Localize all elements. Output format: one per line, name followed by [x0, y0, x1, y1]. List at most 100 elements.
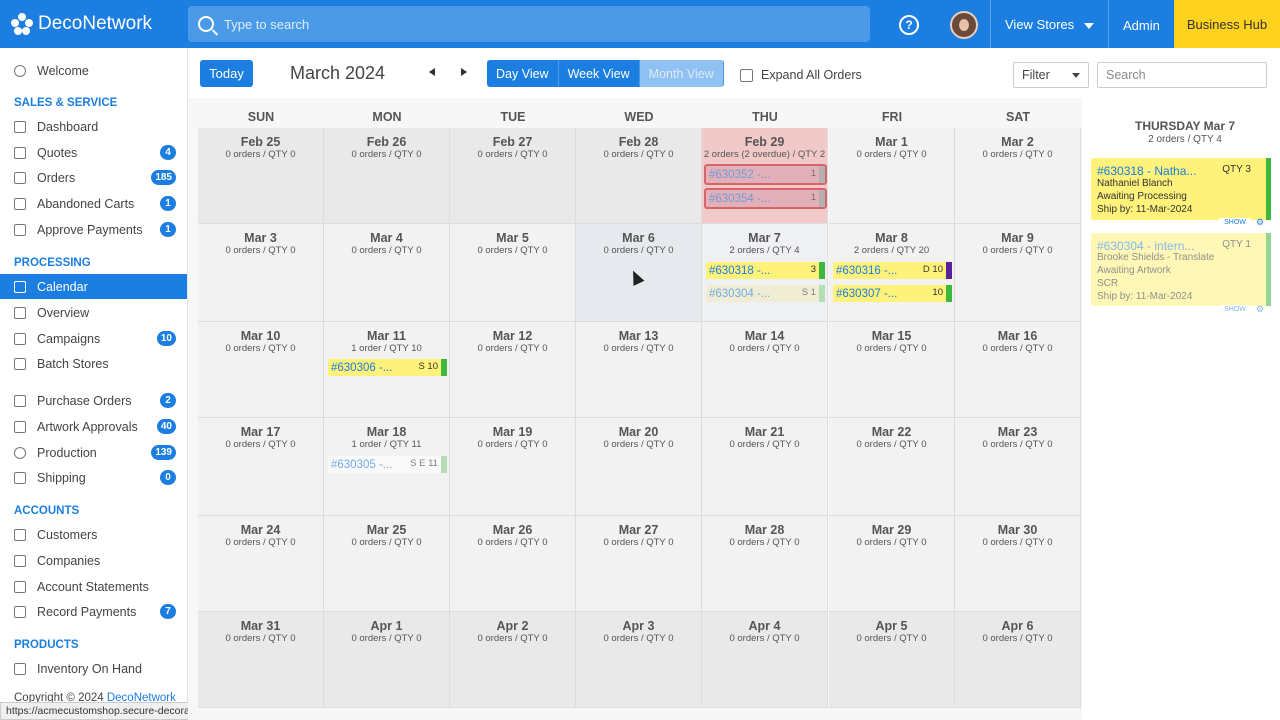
calendar-day-cell[interactable]: Mar 90 orders / QTY 0	[955, 224, 1081, 322]
calendar-day-cell[interactable]: Mar 13 0 orders / QTY 0	[576, 322, 702, 418]
calendar-order-chip[interactable]: #630354 -... 1	[704, 188, 827, 209]
admin-link[interactable]: Admin	[1123, 18, 1160, 33]
calendar-day-cell[interactable]: Apr 40 orders / QTY 0	[702, 612, 828, 708]
calendar-day-cell[interactable]: Mar 23 0 orders / QTY 0	[955, 418, 1081, 516]
calendar-day-cell[interactable]: Mar 30 0 orders / QTY 0	[955, 516, 1081, 612]
order-number-link[interactable]: #630304 -...	[709, 288, 770, 300]
help-icon[interactable]: ?	[899, 15, 919, 35]
day-header-wed: WED	[624, 110, 654, 124]
calendar-order-chip[interactable]: #630307 -... 10	[833, 285, 952, 302]
order-number-link[interactable]: #630352 -...	[709, 169, 770, 181]
month-view-button[interactable]: Month View	[639, 60, 724, 87]
prev-month-arrow-icon[interactable]	[429, 68, 435, 76]
order-number-link[interactable]: #630316 -...	[836, 265, 897, 277]
calendar-day-cell[interactable]: Apr 10 orders / QTY 0	[324, 612, 450, 708]
calendar-day-cell[interactable]: Apr 30 orders / QTY 0	[576, 612, 702, 708]
calendar-day-cell[interactable]: Mar 26 0 orders / QTY 0	[450, 516, 576, 612]
order-card[interactable]: #630318 - Natha... QTY 3 Nathaniel Blanc…	[1091, 158, 1271, 228]
calendar-order-chip[interactable]: #630316 -... D 10	[833, 262, 952, 279]
calendar-day-cell[interactable]: Feb 28 0 orders / QTY 0	[576, 128, 702, 224]
order-card[interactable]: #630304 - intern... QTY 1 Brooke Shields…	[1091, 233, 1271, 315]
sidebar-item-dashboard[interactable]: Dashboard	[0, 114, 187, 139]
calendar-search-input[interactable]: Search	[1097, 62, 1267, 88]
sidebar-item-record-payments[interactable]: Record Payments 7	[0, 599, 187, 624]
sidebar-item-welcome[interactable]: Welcome	[0, 58, 187, 83]
calendar-order-chip[interactable]: #630318 -... 3	[706, 262, 825, 279]
calendar-day-cell[interactable]: Apr 60 orders / QTY 0	[955, 612, 1081, 708]
view-stores-dropdown[interactable]: View Stores	[1005, 17, 1094, 32]
month-title: March 2024	[290, 63, 386, 83]
calendar-day-cell[interactable]: Mar 20 orders / QTY 0	[955, 128, 1081, 224]
order-number-link[interactable]: #630304 - intern...	[1097, 239, 1194, 253]
calendar-day-cell[interactable]: Feb 27 0 orders / QTY 0	[450, 128, 576, 224]
sidebar-item-abandoned-carts[interactable]: Abandoned Carts 1	[0, 191, 187, 216]
show-button[interactable]: SHOW	[1219, 218, 1251, 228]
calendar-day-cell[interactable]: Apr 20 orders / QTY 0	[450, 612, 576, 708]
calendar-day-cell[interactable]: Mar 40 orders / QTY 0	[324, 224, 450, 322]
sidebar-item-account-statements[interactable]: Account Statements	[0, 574, 187, 599]
calendar-day-cell[interactable]: Mar 22 0 orders / QTY 0	[829, 418, 955, 516]
order-number-link[interactable]: #630354 -...	[709, 193, 770, 205]
calendar-day-cell[interactable]: Mar 29 0 orders / QTY 0	[829, 516, 955, 612]
sidebar-item-inventory-on-hand[interactable]: Inventory On Hand	[0, 656, 187, 681]
sidebar-item-shipping[interactable]: Shipping 0	[0, 465, 187, 490]
calendar-day-cell[interactable]: Mar 21 0 orders / QTY 0	[702, 418, 828, 516]
order-number-link[interactable]: #630318 - Natha...	[1097, 164, 1196, 178]
calendar-order-chip[interactable]: #630306 -... S 10	[328, 359, 447, 376]
calendar-day-cell[interactable]: Mar 28 0 orders / QTY 0	[702, 516, 828, 612]
next-month-arrow-icon[interactable]	[461, 68, 467, 76]
sidebar-item-overview[interactable]: Overview	[0, 300, 187, 325]
calendar-day-cell[interactable]: Apr 50 orders / QTY 0	[829, 612, 955, 708]
gear-icon[interactable]: ⚙	[1253, 217, 1267, 227]
order-number-link[interactable]: #630305 -...	[331, 459, 392, 471]
sidebar-item-artwork-approvals[interactable]: Artwork Approvals 40	[0, 414, 187, 439]
business-hub-button[interactable]: Business Hub	[1174, 0, 1280, 48]
sidebar-item-campaigns[interactable]: Campaigns 10	[0, 326, 187, 351]
gear-icon[interactable]: ⚙	[1253, 304, 1267, 314]
global-search-input[interactable]: Type to search	[188, 6, 870, 42]
sidebar-item-production[interactable]: Production 139	[0, 440, 187, 465]
filter-dropdown[interactable]: Filter	[1013, 62, 1089, 88]
sidebar-item-companies[interactable]: Companies	[0, 548, 187, 573]
expand-all-orders-toggle[interactable]: Expand All Orders	[740, 68, 862, 82]
calendar-day-cell[interactable]: Mar 30 orders / QTY 0	[198, 224, 324, 322]
sidebar-item-purchase-orders[interactable]: Purchase Orders 2	[0, 388, 187, 413]
sidebar-item-quotes[interactable]: Quotes 4	[0, 140, 187, 165]
week-view-button[interactable]: Week View	[558, 60, 640, 87]
sidebar-item-customers[interactable]: Customers	[0, 522, 187, 547]
calendar-day-cell[interactable]: Feb 25 0 orders / QTY 0	[198, 128, 324, 224]
sidebar-item-batch-stores[interactable]: Batch Stores	[0, 351, 187, 376]
calendar-day-cell[interactable]: Mar 31 0 orders / QTY 0	[198, 612, 324, 708]
calendar-day-cell[interactable]: Mar 12 0 orders / QTY 0	[450, 322, 576, 418]
calendar-day-date: Feb 27	[492, 135, 533, 149]
calendar-day-cell[interactable]: Mar 19 0 orders / QTY 0	[450, 418, 576, 516]
calendar-day-cell[interactable]: Mar 24 0 orders / QTY 0	[198, 516, 324, 612]
calendar-day-cell[interactable]: Mar 10 0 orders / QTY 0	[198, 322, 324, 418]
calendar-day-cell[interactable]: Mar 17 0 orders / QTY 0	[198, 418, 324, 516]
order-number-link[interactable]: #630318 -...	[709, 265, 770, 277]
logo[interactable]: DecoNetwork	[0, 0, 188, 48]
calendar-day-cell[interactable]: Feb 26 0 orders / QTY 0	[324, 128, 450, 224]
calendar-order-chip[interactable]: #630304 -... S 1	[706, 285, 825, 302]
calendar-day-cell[interactable]: Mar 50 orders / QTY 0	[450, 224, 576, 322]
order-number-link[interactable]: #630306 -...	[331, 362, 392, 374]
calendar-day-cell[interactable]: Mar 27 0 orders / QTY 0	[576, 516, 702, 612]
calendar-order-chip[interactable]: #630305 -... S E 11	[328, 456, 447, 473]
calendar-day-cell[interactable]: Mar 25 0 orders / QTY 0	[324, 516, 450, 612]
calendar-day-cell[interactable]: Mar 10 orders / QTY 0	[829, 128, 955, 224]
sidebar-item-orders[interactable]: Orders 185	[0, 165, 187, 190]
checkbox[interactable]	[740, 68, 753, 82]
show-button[interactable]: SHOW	[1219, 305, 1251, 315]
today-button[interactable]: Today	[200, 60, 253, 87]
calendar-day-cell[interactable]: Mar 16 0 orders / QTY 0	[955, 322, 1081, 418]
day-view-button[interactable]: Day View	[487, 60, 559, 87]
sidebar-item-calendar[interactable]: Calendar	[0, 274, 187, 299]
box-icon	[14, 662, 26, 675]
user-avatar[interactable]	[950, 11, 978, 39]
sidebar-item-approve-payments[interactable]: Approve Payments 1	[0, 217, 187, 242]
order-number-link[interactable]: #630307 -...	[836, 288, 897, 300]
calendar-day-cell[interactable]: Mar 20 0 orders / QTY 0	[576, 418, 702, 516]
calendar-day-cell[interactable]: Mar 15 0 orders / QTY 0	[829, 322, 955, 418]
calendar-order-chip[interactable]: #630352 -... 1	[704, 164, 827, 185]
calendar-day-cell[interactable]: Mar 14 0 orders / QTY 0	[702, 322, 828, 418]
